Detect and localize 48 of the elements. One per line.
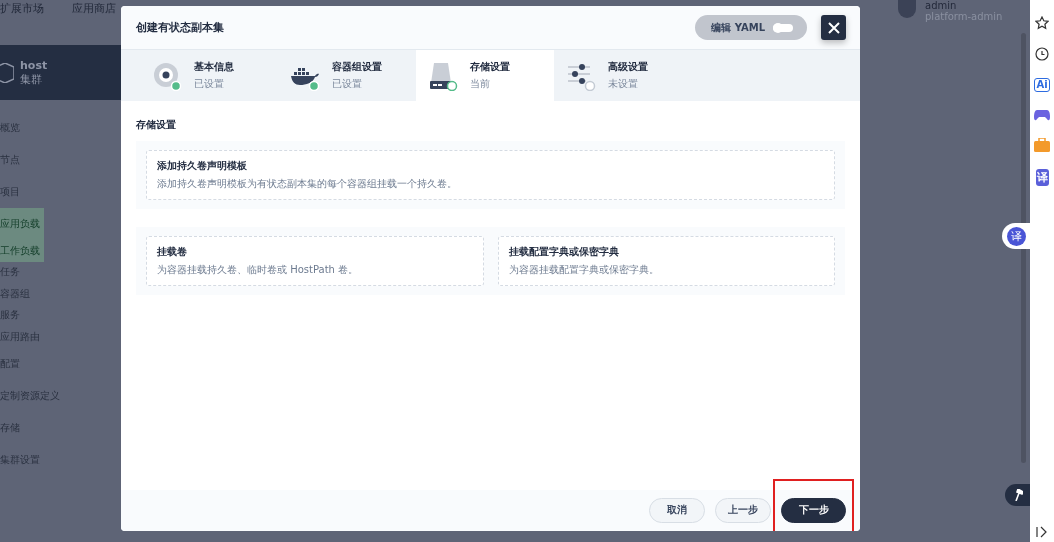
star-icon[interactable] <box>1035 16 1049 30</box>
card-title: 添加持久卷声明模板 <box>157 159 248 173</box>
card-description: 为容器挂载配置字典或保密字典。 <box>508 262 660 277</box>
step-status: 已设置 <box>332 77 363 91</box>
step-tab[interactable]: 容器组设置 已设置 <box>278 50 416 101</box>
translate-icon[interactable]: 译 <box>1035 169 1049 186</box>
disc-icon <box>152 60 182 91</box>
option-card[interactable]: 挂载卷 为容器挂载持久卷、临时卷或 HostPath 卷。 <box>146 236 484 286</box>
user-name: admin <box>925 0 958 11</box>
step-title: 基本信息 <box>194 60 234 74</box>
translate-float-button[interactable]: 译 <box>1002 223 1030 249</box>
expand-icon[interactable] <box>1036 526 1048 538</box>
step-tab[interactable]: 基本信息 已设置 <box>140 50 278 101</box>
cluster-name: host <box>20 58 48 72</box>
step-title: 存储设置 <box>470 60 510 74</box>
scrollbar[interactable] <box>1021 33 1026 463</box>
step-status: 未设置 <box>608 77 639 91</box>
nav-item[interactable]: 应用负载 <box>0 208 44 240</box>
avatar <box>898 0 916 18</box>
card-title: 挂载配置字典或保密字典 <box>508 245 620 259</box>
clock-icon[interactable] <box>1035 47 1049 61</box>
card-description: 为容器挂载持久卷、临时卷或 HostPath 卷。 <box>157 262 360 277</box>
option-card[interactable]: 挂载配置字典或保密字典 为容器挂载配置字典或保密字典。 <box>497 236 835 286</box>
dialog-button[interactable]: 上一步 <box>715 498 771 523</box>
hard-drive-icon <box>428 60 458 91</box>
hexagon-icon <box>0 62 14 83</box>
dialog-title: 创建有状态副本集 <box>136 20 225 35</box>
step-title: 容器组设置 <box>332 60 382 74</box>
nav-subitem[interactable]: 工作负载 <box>0 240 44 262</box>
step-tab[interactable]: 高级设置 未设置 <box>554 50 692 101</box>
hammer-button[interactable] <box>1005 484 1030 506</box>
section-title: 存储设置 <box>136 118 177 132</box>
hammer-icon <box>1012 489 1023 501</box>
step-title: 高级设置 <box>608 60 648 74</box>
close-button[interactable] <box>821 15 846 40</box>
step-status: 已设置 <box>194 77 225 91</box>
step-tab[interactable]: 存储设置 当前 <box>416 50 554 101</box>
option-card[interactable]: 添加持久卷声明模板 添加持久卷声明模板为有状态副本集的每个容器组挂载一个持久卷。 <box>146 150 835 200</box>
next-button[interactable]: 下一步 <box>781 498 846 523</box>
cluster-kind: 集群 <box>20 71 43 87</box>
close-icon <box>827 21 840 34</box>
ai-icon[interactable]: Ai <box>1034 78 1050 92</box>
step-status: 当前 <box>470 77 491 91</box>
gamepad-icon[interactable] <box>1034 109 1050 121</box>
dialog-button[interactable]: 取消 <box>649 498 705 523</box>
card-title: 挂载卷 <box>157 245 188 259</box>
yaml-toggle[interactable]: 编辑 YAML <box>695 15 807 40</box>
card-description: 添加持久卷声明模板为有状态副本集的每个容器组挂载一个持久卷。 <box>157 176 458 191</box>
